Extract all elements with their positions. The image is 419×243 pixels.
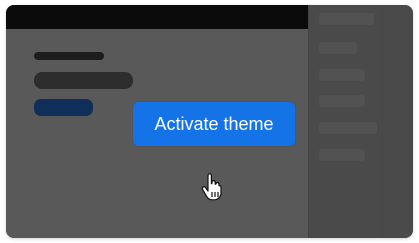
hand-pointer-icon: [201, 173, 222, 201]
preview-sidebar: [308, 5, 413, 238]
skeleton-title-line: [34, 52, 104, 60]
skeleton-button: [34, 99, 93, 116]
sidebar-skeleton-item: [319, 122, 377, 134]
sidebar-skeleton-item: [319, 95, 365, 107]
theme-preview-card: Activate theme: [6, 5, 413, 238]
sidebar-skeleton-item: [319, 69, 365, 81]
preview-top-bar: [6, 5, 308, 29]
sidebar-skeleton-item: [319, 149, 365, 161]
sidebar-skeleton-item: [319, 13, 374, 25]
skeleton-text-line: [34, 72, 133, 89]
activate-theme-button[interactable]: Activate theme: [133, 102, 295, 146]
sidebar-skeleton-item: [319, 42, 357, 54]
sidebar-divider: [382, 5, 383, 238]
